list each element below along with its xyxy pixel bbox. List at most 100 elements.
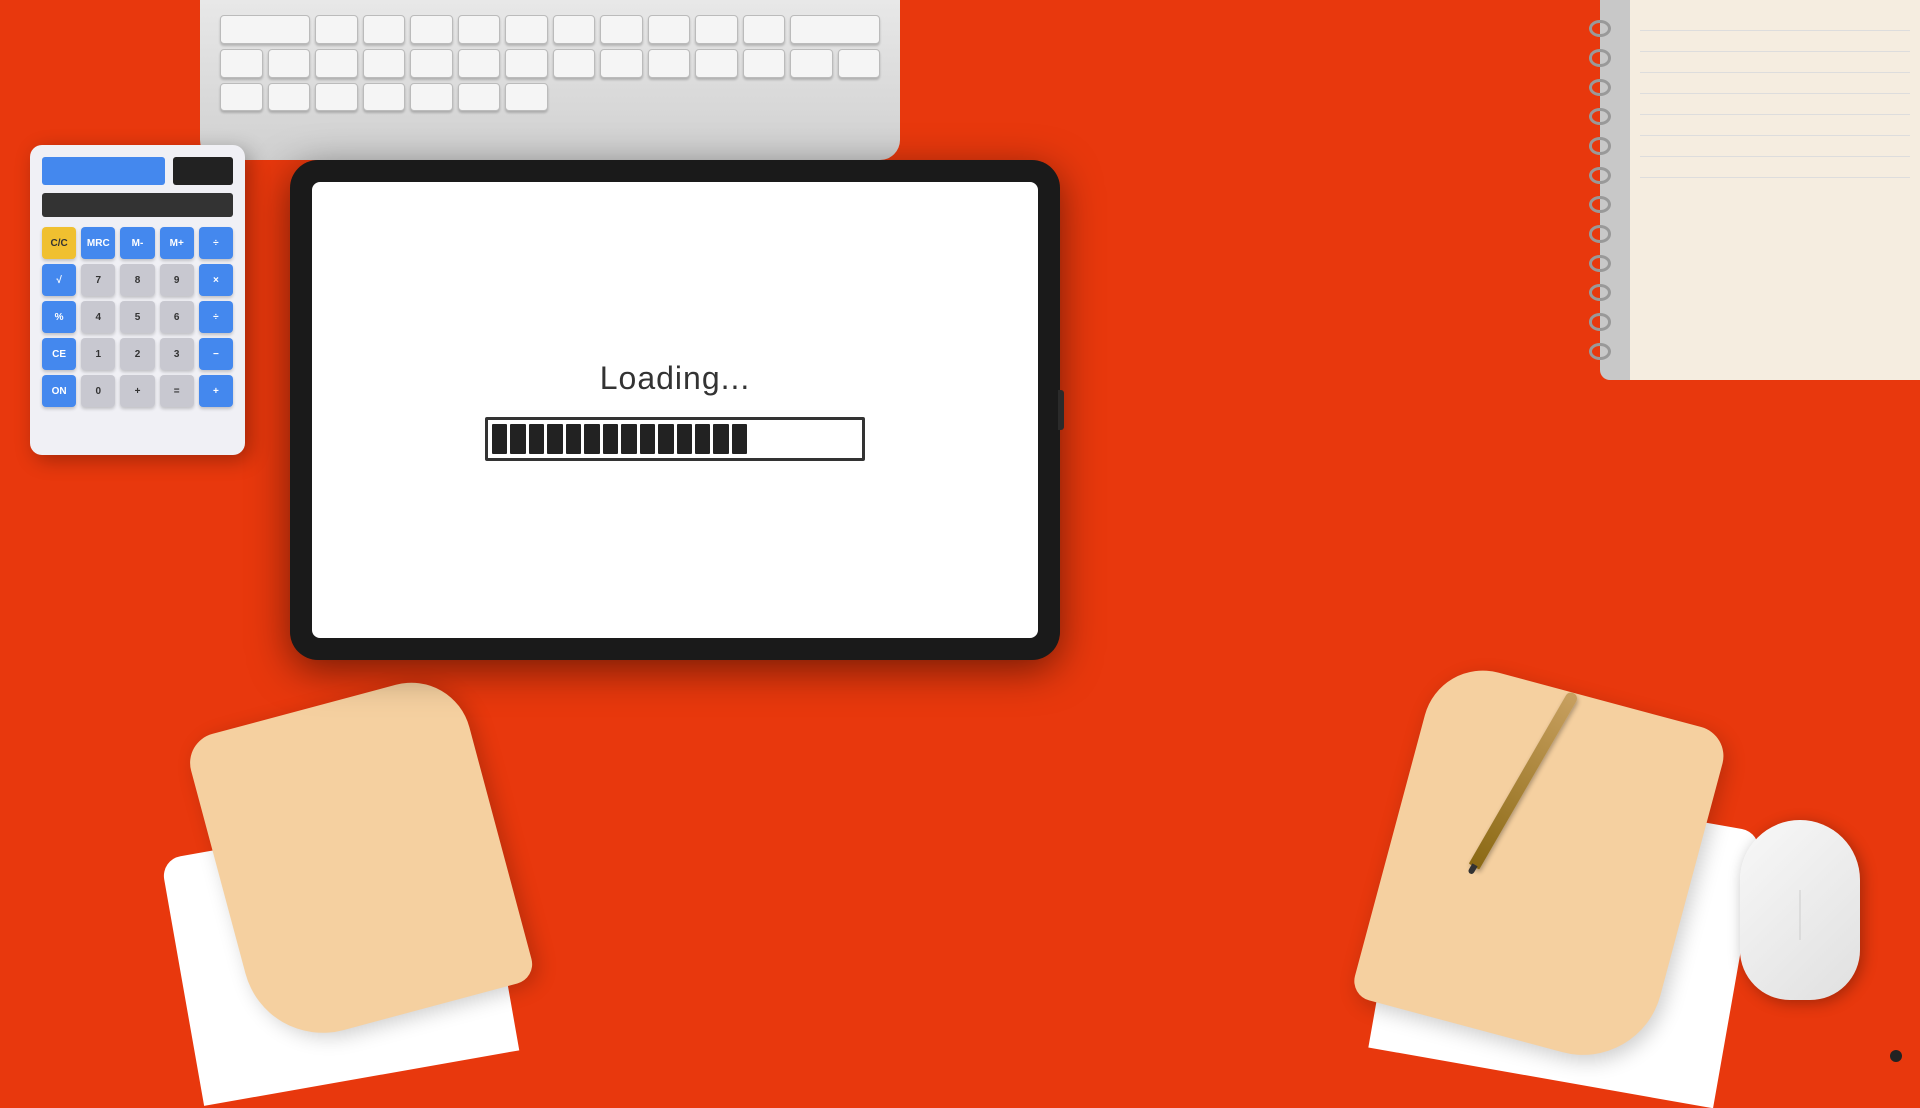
calc-btn-mminus[interactable]: M- (120, 227, 154, 259)
calc-btn-minus[interactable]: − (199, 338, 233, 370)
dot-indicator (1890, 1050, 1902, 1062)
notebook-lines (1640, 30, 1910, 198)
key-f (458, 49, 501, 78)
spiral-ring (1589, 20, 1611, 37)
calculator: C/C MRC M- M+ ÷ √ 7 8 9 × % 4 5 6 ÷ CE 1… (30, 145, 245, 455)
loading-text: Loading... (600, 360, 751, 397)
notebook-line (1640, 30, 1910, 31)
tablet: Loading... (290, 160, 1060, 660)
spiral-ring (1589, 284, 1611, 301)
calc-btn-4[interactable]: 4 (81, 301, 115, 333)
spiral-ring (1589, 79, 1611, 96)
tablet-screen: Loading... (312, 182, 1038, 638)
notebook-line (1640, 135, 1910, 136)
key-8 (743, 15, 786, 44)
progress-segment (695, 424, 710, 454)
notebook-spiral (1585, 20, 1615, 360)
notebook-line (1640, 156, 1910, 157)
spiral-ring (1589, 167, 1611, 184)
calc-btn-5[interactable]: 5 (120, 301, 154, 333)
calc-btn-7[interactable]: 7 (81, 264, 115, 296)
key-l (790, 49, 833, 78)
calc-btn-cc[interactable]: C/C (42, 227, 76, 259)
progress-segment (584, 424, 599, 454)
key-3 (505, 15, 548, 44)
key-g (505, 49, 548, 78)
key-lock (220, 15, 310, 44)
notebook-line (1640, 72, 1910, 73)
calc-btn-plusminus[interactable]: + (120, 375, 154, 407)
key-p (315, 83, 358, 112)
calc-btn-mrc[interactable]: MRC (81, 227, 115, 259)
key-x (363, 15, 406, 44)
calc-btn-divide2[interactable]: ÷ (199, 301, 233, 333)
calc-btn-3[interactable]: 3 (160, 338, 194, 370)
key-b (268, 49, 311, 78)
progress-segment (713, 424, 728, 454)
calc-btn-plus[interactable]: + (199, 375, 233, 407)
spiral-ring (1589, 137, 1611, 154)
calc-btn-mplus[interactable]: M+ (160, 227, 194, 259)
key-a (220, 49, 263, 78)
key-d (363, 49, 406, 78)
key-4 (553, 15, 596, 44)
progress-segment (547, 424, 562, 454)
progress-segment (824, 424, 839, 454)
notebook (1600, 0, 1920, 380)
key-r (410, 83, 453, 112)
progress-segment (566, 424, 581, 454)
tablet-power-button[interactable] (1058, 390, 1064, 430)
calc-btn-9[interactable]: 9 (160, 264, 194, 296)
mouse (1740, 820, 1860, 1000)
progress-segment (843, 424, 858, 454)
key-j (648, 49, 691, 78)
calc-btn-0[interactable]: 0 (81, 375, 115, 407)
progress-segment (787, 424, 802, 454)
calc-btn-equals[interactable]: = (160, 375, 194, 407)
spiral-ring (1589, 108, 1611, 125)
key-q (363, 83, 406, 112)
spiral-ring (1589, 49, 1611, 66)
key-1 (410, 15, 453, 44)
calc-btn-percent[interactable]: % (42, 301, 76, 333)
key-m (838, 49, 881, 78)
keyboard (200, 0, 900, 160)
calc-display-top (42, 157, 233, 185)
notebook-line (1640, 114, 1910, 115)
calc-blue-display (42, 157, 165, 185)
progress-segment (769, 424, 784, 454)
progress-segment (806, 424, 821, 454)
key-t (505, 83, 548, 112)
key-c (315, 49, 358, 78)
key-e (410, 49, 453, 78)
calc-btn-8[interactable]: 8 (120, 264, 154, 296)
key-5 (600, 15, 643, 44)
progress-segment (529, 424, 544, 454)
notebook-line (1640, 51, 1910, 52)
notebook-line (1640, 93, 1910, 94)
progress-segment (750, 424, 765, 454)
calc-buttons-grid: C/C MRC M- M+ ÷ √ 7 8 9 × % 4 5 6 ÷ CE 1… (42, 227, 233, 407)
calc-btn-1[interactable]: 1 (81, 338, 115, 370)
key-o (268, 83, 311, 112)
spiral-ring (1589, 225, 1611, 242)
calc-btn-multiply[interactable]: × (199, 264, 233, 296)
key-h (553, 49, 596, 78)
calc-btn-sqrt[interactable]: √ (42, 264, 76, 296)
calc-btn-ce[interactable]: CE (42, 338, 76, 370)
calc-main-display (42, 193, 233, 217)
progress-segment (621, 424, 636, 454)
calc-btn-6[interactable]: 6 (160, 301, 194, 333)
key-z (315, 15, 358, 44)
calc-btn-2[interactable]: 2 (120, 338, 154, 370)
spiral-ring (1589, 343, 1611, 360)
tablet-frame: Loading... (290, 160, 1060, 660)
progress-segment (492, 424, 507, 454)
key-k (743, 49, 786, 78)
calc-btn-divide[interactable]: ÷ (199, 227, 233, 259)
spiral-ring (1589, 255, 1611, 272)
key-7 (695, 15, 738, 44)
key-2 (458, 15, 501, 44)
spiral-ring (1589, 196, 1611, 213)
calc-btn-on[interactable]: ON (42, 375, 76, 407)
